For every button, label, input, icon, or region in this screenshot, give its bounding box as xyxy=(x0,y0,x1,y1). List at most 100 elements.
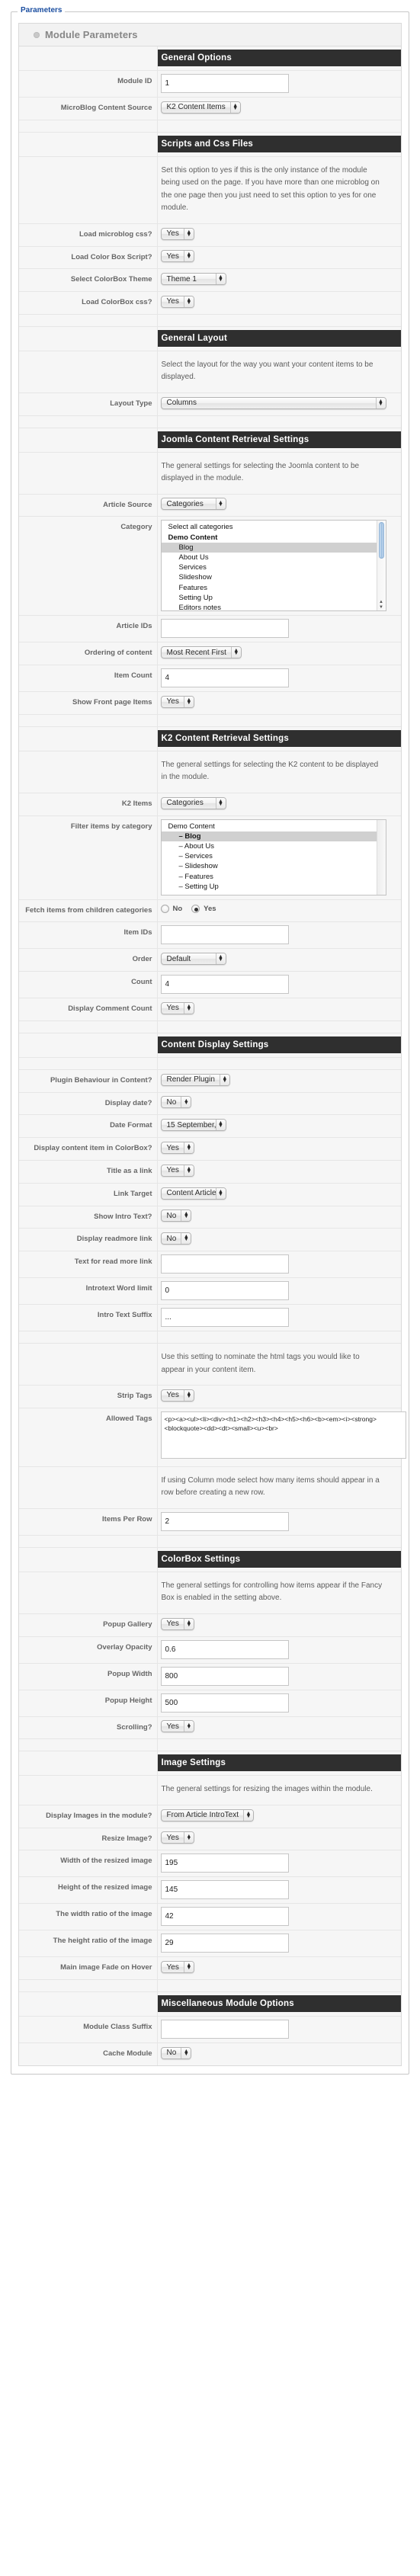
list-item[interactable]: – Slideshow xyxy=(162,861,386,871)
table-row: Use this setting to nominate the html ta… xyxy=(19,1343,401,1386)
resized-width-input[interactable] xyxy=(160,1854,289,1873)
list-item[interactable]: About Us xyxy=(162,553,386,562)
label-popup-height: Popup Height xyxy=(19,1690,158,1717)
display-readmore-select[interactable]: No ▲ ▼ xyxy=(160,1232,192,1245)
list-item[interactable]: Editors notes xyxy=(162,603,386,610)
overlay-opacity-input[interactable] xyxy=(160,1639,289,1659)
updown-stepper-icon: ▲ ▼ xyxy=(242,1809,253,1821)
ordering-of-content-select[interactable]: Most Recent First ▲ ▼ xyxy=(160,646,242,659)
table-row: Load microblog css? Yes ▲ ▼ xyxy=(19,223,401,247)
load-colorbox-script-select[interactable]: Yes ▲ ▼ xyxy=(160,250,194,263)
intro-text-suffix-input[interactable] xyxy=(160,1308,289,1328)
item-ids-input[interactable] xyxy=(160,925,289,945)
table-row: General Options xyxy=(19,46,401,71)
list-item[interactable]: Slideshow xyxy=(162,572,386,582)
table-row: Module Class Suffix xyxy=(19,2016,401,2044)
label-filter-items-by-category: Filter items by category xyxy=(19,815,158,900)
listbox-scrollbar[interactable] xyxy=(376,819,386,895)
show-intro-text-select[interactable]: No ▲ ▼ xyxy=(160,1210,192,1222)
width-ratio-input[interactable] xyxy=(160,1907,289,1927)
fetch-children-radio-group[interactable]: No Yes xyxy=(160,903,399,913)
readmore-text-input[interactable] xyxy=(160,1254,289,1274)
parameters-legend: Parameters xyxy=(18,6,66,14)
section-title: K2 Content Retrieval Settings xyxy=(157,729,401,747)
layout-type-select[interactable]: Columns ▲ ▼ xyxy=(160,396,386,409)
item-count-input[interactable] xyxy=(160,668,289,688)
list-item[interactable]: Blog xyxy=(161,542,386,553)
listbox-scrollbar[interactable]: ▲ ▼ xyxy=(376,521,386,611)
scroll-down-icon[interactable]: ▼ xyxy=(377,605,386,610)
label-load-colorbox-script: Load Color Box Script? xyxy=(19,246,158,270)
title-as-link-select[interactable]: Yes ▲ ▼ xyxy=(160,1164,194,1177)
scroll-up-icon[interactable]: ▲ xyxy=(377,600,386,604)
collapse-dot-icon[interactable] xyxy=(34,31,40,38)
fade-on-hover-select[interactable]: Yes ▲ ▼ xyxy=(160,1961,194,1974)
fetch-children-radio-no[interactable] xyxy=(160,904,169,913)
link-target-select[interactable]: Content Article ▲ ▼ xyxy=(160,1187,226,1200)
introtext-word-limit-input[interactable] xyxy=(160,1281,289,1301)
k2-category-listbox[interactable]: Demo Content – Blog – About Us – Services – … xyxy=(160,819,386,896)
count-input[interactable] xyxy=(160,975,289,995)
strip-tags-select[interactable]: Yes ▲ ▼ xyxy=(160,1389,194,1402)
plugin-behaviour-select[interactable]: Render Plugin ▲ ▼ xyxy=(160,1073,230,1086)
table-row: Scripts and Css Files xyxy=(19,132,401,157)
load-microblog-css-select[interactable]: Yes ▲ ▼ xyxy=(160,227,194,240)
table-row: Display readmore link No ▲ ▼ xyxy=(19,1228,401,1252)
k2-items-select[interactable]: Categories ▲ ▼ xyxy=(160,796,226,809)
list-item[interactable]: Setting Up xyxy=(162,593,386,603)
resize-image-select[interactable]: Yes ▲ ▼ xyxy=(160,1831,194,1844)
popup-gallery-select[interactable]: Yes ▲ ▼ xyxy=(160,1617,194,1630)
date-format-select[interactable]: 15 September, 2009 ▲▼ xyxy=(160,1119,226,1132)
list-item[interactable]: – Blog xyxy=(161,831,386,842)
label-module-id: Module ID xyxy=(19,70,158,98)
list-item[interactable]: – Setting Up xyxy=(162,882,386,892)
display-comment-count-select[interactable]: Yes ▲ ▼ xyxy=(160,1001,194,1014)
cache-module-select[interactable]: No ▲ ▼ xyxy=(160,2046,192,2059)
module-parameters-header[interactable]: Module Parameters xyxy=(19,24,401,46)
article-ids-input[interactable] xyxy=(160,619,289,639)
label-article-ids: Article IDs xyxy=(19,615,158,643)
show-front-page-items-select[interactable]: Yes ▲ ▼ xyxy=(160,695,194,708)
popup-height-input[interactable] xyxy=(160,1693,289,1713)
module-class-suffix-input[interactable] xyxy=(160,2020,289,2039)
order-select[interactable]: Default ▲ ▼ xyxy=(160,953,226,966)
spacer-row xyxy=(19,1057,401,1070)
colorbox-theme-select[interactable]: Theme 1 ▲ ▼ xyxy=(160,273,226,286)
popup-width-input[interactable] xyxy=(160,1666,289,1686)
updown-stepper-icon: ▲ ▼ xyxy=(183,1165,194,1176)
display-images-select[interactable]: From Article IntroText ▲ ▼ xyxy=(160,1809,254,1821)
label-width-ratio: The width ratio of the image xyxy=(19,1903,158,1931)
list-item[interactable]: Features xyxy=(162,583,386,593)
table-row: Strip Tags Yes ▲ ▼ xyxy=(19,1385,401,1408)
updown-stepper-icon: ▲ ▼ xyxy=(183,228,194,239)
updown-stepper-icon: ▲ ▼ xyxy=(215,498,226,510)
height-ratio-input[interactable] xyxy=(160,1934,289,1953)
scrolling-select[interactable]: Yes ▲ ▼ xyxy=(160,1720,194,1733)
fetch-children-label-no: No xyxy=(172,904,183,913)
list-item[interactable]: Services xyxy=(162,562,386,572)
load-colorbox-css-select[interactable]: Yes ▲ ▼ xyxy=(160,295,194,308)
list-item[interactable]: Demo Content xyxy=(162,533,386,543)
list-item[interactable]: – About Us xyxy=(162,841,386,851)
category-listbox[interactable]: Select all categories Demo Content Blog Abo… xyxy=(160,520,386,612)
list-item[interactable]: – Features xyxy=(162,872,386,882)
table-row: Content Display Settings xyxy=(19,1033,401,1058)
display-date-select[interactable]: No ▲ ▼ xyxy=(160,1096,192,1109)
items-per-row-input[interactable] xyxy=(160,1511,289,1531)
fetch-children-radio-yes[interactable] xyxy=(191,904,200,913)
microblog-content-source-select[interactable]: K2 Content Items ▲ ▼ xyxy=(160,101,241,114)
scrollbar-thumb[interactable] xyxy=(378,522,384,559)
list-item[interactable]: – Services xyxy=(162,851,386,861)
table-row: Display Images in the module? From Artic… xyxy=(19,1805,401,1828)
label-resized-width: Width of the resized image xyxy=(19,1850,158,1878)
display-in-colorbox-select[interactable]: Yes ▲ ▼ xyxy=(160,1142,194,1155)
list-item[interactable]: Select all categories xyxy=(162,522,386,532)
resized-height-input[interactable] xyxy=(160,1880,289,1900)
list-item[interactable]: Demo Content xyxy=(162,822,386,831)
table-row: Link Target Content Article ▲ ▼ xyxy=(19,1183,401,1206)
label-display-images: Display Images in the module? xyxy=(19,1805,158,1828)
module-id-input[interactable] xyxy=(160,74,289,93)
allowed-tags-textarea[interactable]: <p><a><ul><li><div><h1><h2><h3><h4><h5><… xyxy=(160,1411,406,1459)
article-source-select[interactable]: Categories ▲ ▼ xyxy=(160,498,226,511)
label-scrolling: Scrolling? xyxy=(19,1716,158,1740)
